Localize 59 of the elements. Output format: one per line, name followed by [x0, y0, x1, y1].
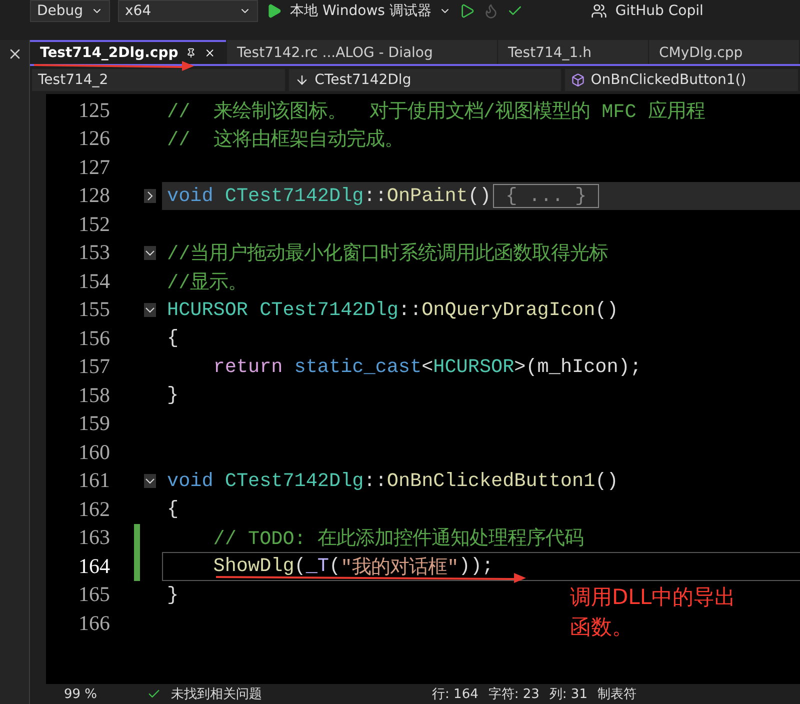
indent-mode[interactable]: 制表符 — [597, 685, 636, 703]
line-number: 158 — [78, 382, 110, 408]
char-position: 字符: 23 — [488, 686, 540, 703]
code-line: //当用户拖动最小化窗口时系统调用此函数取得光标 — [166, 242, 608, 267]
line-number: 160 — [78, 440, 110, 465]
line-number: 126 — [78, 126, 110, 152]
line-number: 164 — [78, 554, 110, 579]
code-line: // TODO: 在此添加控件通知处理程序代码 — [212, 526, 584, 552]
line-number: 155 — [78, 297, 110, 322]
line-number: 128 — [78, 183, 110, 208]
file-tab[interactable]: CMyDlg.cpp — [649, 40, 799, 64]
issues-status[interactable]: 未找到相关问题 — [171, 685, 262, 703]
code-line: { — [166, 497, 179, 522]
line-number: 157 — [78, 354, 110, 380]
code-line: } — [166, 383, 179, 408]
arrow-down-icon — [294, 73, 309, 87]
annotation-text: 调用DLL中的导出函数。 — [570, 584, 737, 641]
code-line: ShowDlg(_T("我的对话框")); — [162, 552, 800, 580]
column-position: 列: 31 — [549, 686, 588, 703]
debugger-button[interactable]: 本地 Windows 调试器 — [290, 2, 432, 20]
line-number: 162 — [78, 496, 110, 522]
pin-icon[interactable] — [186, 47, 196, 59]
file-tab[interactable]: Test714_1.h — [498, 40, 648, 64]
code-line: return static_cast<HCURSOR>(m_hIcon); — [212, 354, 642, 380]
collapsed-block[interactable]: { ... } — [493, 184, 600, 208]
line-number: 166 — [78, 610, 110, 636]
line-number: 152 — [78, 212, 110, 237]
line-number: 159 — [78, 411, 110, 436]
play-outline-icon[interactable] — [459, 3, 476, 19]
copilot-button[interactable]: GitHub Copil — [615, 3, 704, 19]
code-line: // 来绘制该图标。 对于使用文档/视图模型的 MFC 应用程 — [166, 100, 705, 124]
code-line: //显示。 — [166, 270, 248, 296]
collapse-icon[interactable] — [144, 302, 156, 317]
code-line: } — [166, 582, 179, 608]
cube-icon — [570, 73, 585, 87]
platform-dropdown[interactable]: x64 — [118, 0, 258, 22]
collapse-icon[interactable] — [144, 474, 156, 488]
file-tab[interactable]: Test7142.rc ...ALOG - Dialog — [227, 40, 497, 64]
line-position: 行: 164 — [432, 686, 478, 703]
collapse-icon[interactable] — [144, 246, 156, 260]
class-dropdown[interactable]: CTest7142Dlg — [288, 69, 561, 91]
line-number: 156 — [78, 326, 110, 351]
code-line: HCURSOR CTest7142Dlg::OnQueryDragIcon() — [166, 298, 618, 323]
line-number: 161 — [78, 468, 110, 494]
member-dropdown[interactable]: OnBnClickedButton1() — [564, 69, 798, 91]
line-number: 163 — [78, 525, 110, 550]
zoom-level[interactable]: 99 % — [64, 686, 98, 702]
play-icon[interactable] — [266, 3, 282, 19]
line-number: 127 — [78, 154, 110, 180]
expand-icon[interactable] — [144, 188, 156, 203]
line-number: 165 — [78, 582, 110, 608]
line-number: 153 — [78, 240, 110, 266]
project-dropdown[interactable]: Test714_2 — [32, 69, 285, 91]
line-number: 154 — [78, 268, 110, 294]
line-number: 125 — [78, 98, 110, 123]
code-line: void CTest7142Dlg::OnBnClickedButton1() — [166, 468, 618, 494]
configuration-dropdown[interactable]: Debug — [30, 0, 110, 22]
code-line: // 这将由框架自动完成。 — [166, 128, 404, 153]
code-line: { — [166, 326, 179, 352]
